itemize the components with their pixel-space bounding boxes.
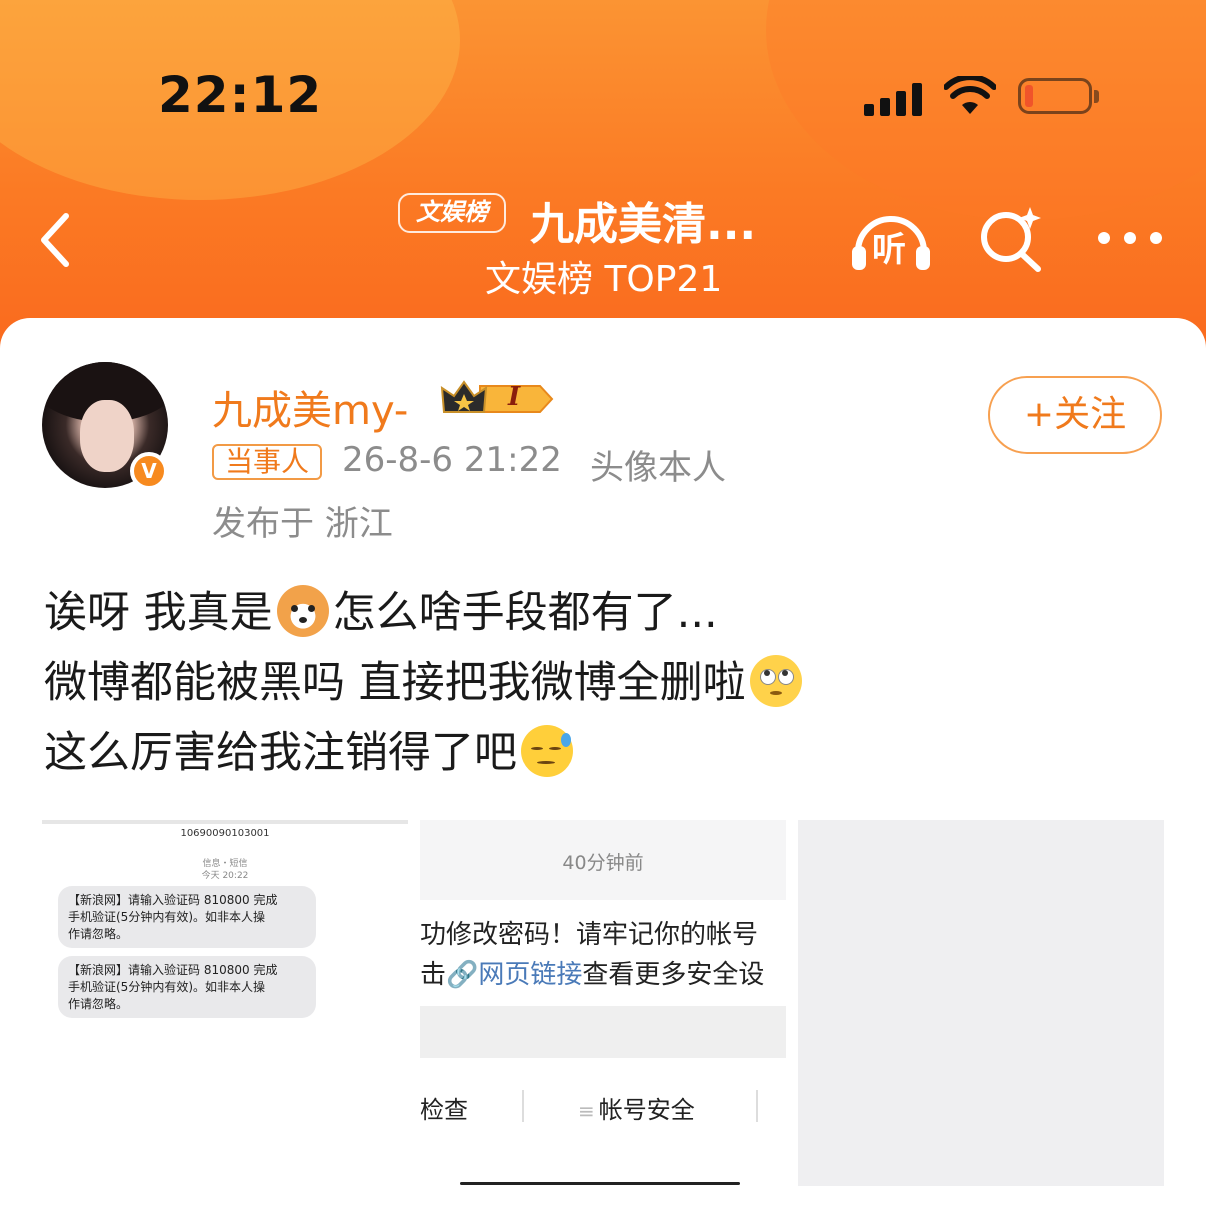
page-subtitle[interactable]: 文娱榜 TOP21 bbox=[485, 250, 722, 302]
post-source: 头像本人 bbox=[590, 448, 726, 488]
status-time: 22:12 bbox=[158, 66, 323, 124]
post-text: 诶呀 我真是 bbox=[44, 588, 273, 638]
back-arrow-icon[interactable] bbox=[36, 210, 76, 270]
top-header: 22:12 文娱榜 九成美清... 文娱榜 TOP21 听 bbox=[0, 0, 1206, 350]
post-text: 微博都能被黑吗 直接把我微博全删啦 bbox=[44, 658, 746, 708]
post-location: 发布于 浙江 bbox=[212, 504, 393, 544]
more-options-icon[interactable] bbox=[1096, 226, 1164, 252]
image-thumbnail-notice[interactable]: 40分钟前 功修改密码！请牢记你的帐号 击🔗网页链接查看更多安全设 检查 ≡ 帐号… bbox=[420, 820, 786, 1186]
notice-footer-left: 检查 bbox=[420, 1096, 468, 1124]
post-text-line: 这么厉害给我注销得了吧 bbox=[44, 718, 577, 780]
sms-text: 手机验证(5分钟内有效)。如非本人操 bbox=[68, 980, 265, 994]
image-thumbnail-blank[interactable] bbox=[798, 820, 1164, 1186]
post-text: 这么厉害给我注销得了吧 bbox=[44, 728, 517, 778]
footer-divider bbox=[756, 1090, 758, 1122]
sms-text: 【新浪网】请输入验证码 810800 完成 bbox=[68, 963, 278, 977]
sms-text: 作请忽略。 bbox=[68, 997, 129, 1011]
menu-lines-icon: ≡ bbox=[578, 1099, 595, 1123]
notice-divider bbox=[420, 1006, 786, 1058]
sms-thread-time: 今天 20:22 bbox=[201, 871, 249, 881]
sms-text: 作请忽略。 bbox=[68, 927, 129, 941]
battery-tip bbox=[1094, 90, 1099, 103]
sms-text: 手机验证(5分钟内有效)。如非本人操 bbox=[68, 910, 265, 924]
notice-footer-label: 帐号安全 bbox=[598, 1096, 695, 1124]
follow-button[interactable]: +关注 bbox=[988, 376, 1162, 454]
post-text-line: 诶呀 我真是 怎么啥手段都有了... bbox=[44, 578, 718, 640]
dog-emoji-icon bbox=[276, 585, 329, 637]
search-icon[interactable] bbox=[978, 205, 1044, 273]
footer-divider bbox=[522, 1090, 524, 1122]
notice-text-line: 击🔗网页链接查看更多安全设 bbox=[420, 954, 764, 991]
post-text-line: 微博都能被黑吗 直接把我微博全删啦 bbox=[44, 648, 806, 710]
notice-time: 40分钟前 bbox=[562, 852, 644, 874]
home-indicator bbox=[460, 1182, 740, 1185]
sms-sender: 10690090103001 bbox=[180, 828, 270, 839]
sweat-emoji-icon bbox=[521, 725, 573, 777]
listen-label: 听 bbox=[872, 230, 906, 270]
role-badge: 当事人 bbox=[212, 444, 322, 480]
cellular-signal-icon bbox=[864, 82, 924, 116]
crown-level-badge-icon: I bbox=[440, 378, 556, 420]
notice-text: 查看更多安全设 bbox=[582, 960, 765, 990]
notice-link: 网页链接 bbox=[478, 960, 583, 990]
link-icon: 🔗 bbox=[446, 960, 479, 990]
post-text: 怎么啥手段都有了... bbox=[332, 588, 718, 638]
eye-roll-emoji-icon bbox=[749, 655, 802, 707]
author-name[interactable]: 九成美my- bbox=[212, 378, 408, 436]
headphone-listen-icon[interactable]: 听 bbox=[850, 208, 932, 272]
wifi-icon bbox=[944, 76, 996, 114]
page-title: 九成美清... bbox=[530, 199, 757, 250]
battery-icon bbox=[1018, 78, 1092, 114]
ranking-tag: 文娱榜 bbox=[398, 193, 506, 233]
sms-text: 【新浪网】请输入验证码 810800 完成 bbox=[68, 893, 278, 907]
sms-header-bar bbox=[42, 820, 408, 824]
post-timestamp: 26-8-6 21:22 bbox=[342, 440, 562, 480]
notice-text: 功修改密码！请牢记你的帐号 bbox=[420, 920, 759, 950]
level-number: I bbox=[508, 382, 521, 412]
sms-bubble: 【新浪网】请输入验证码 810800 完成 手机验证(5分钟内有效)。如非本人操… bbox=[58, 956, 316, 1018]
image-thumbnail-sms[interactable]: 10690090103001 信息・短信 今天 20:22 【新浪网】请输入验证… bbox=[42, 820, 408, 1186]
notice-text: 击 bbox=[420, 960, 447, 990]
sms-bubble: 【新浪网】请输入验证码 810800 完成 手机验证(5分钟内有效)。如非本人操… bbox=[58, 886, 316, 948]
verified-badge-icon: V bbox=[130, 452, 168, 490]
notice-footer-right: ≡ 帐号安全 bbox=[578, 1090, 695, 1125]
